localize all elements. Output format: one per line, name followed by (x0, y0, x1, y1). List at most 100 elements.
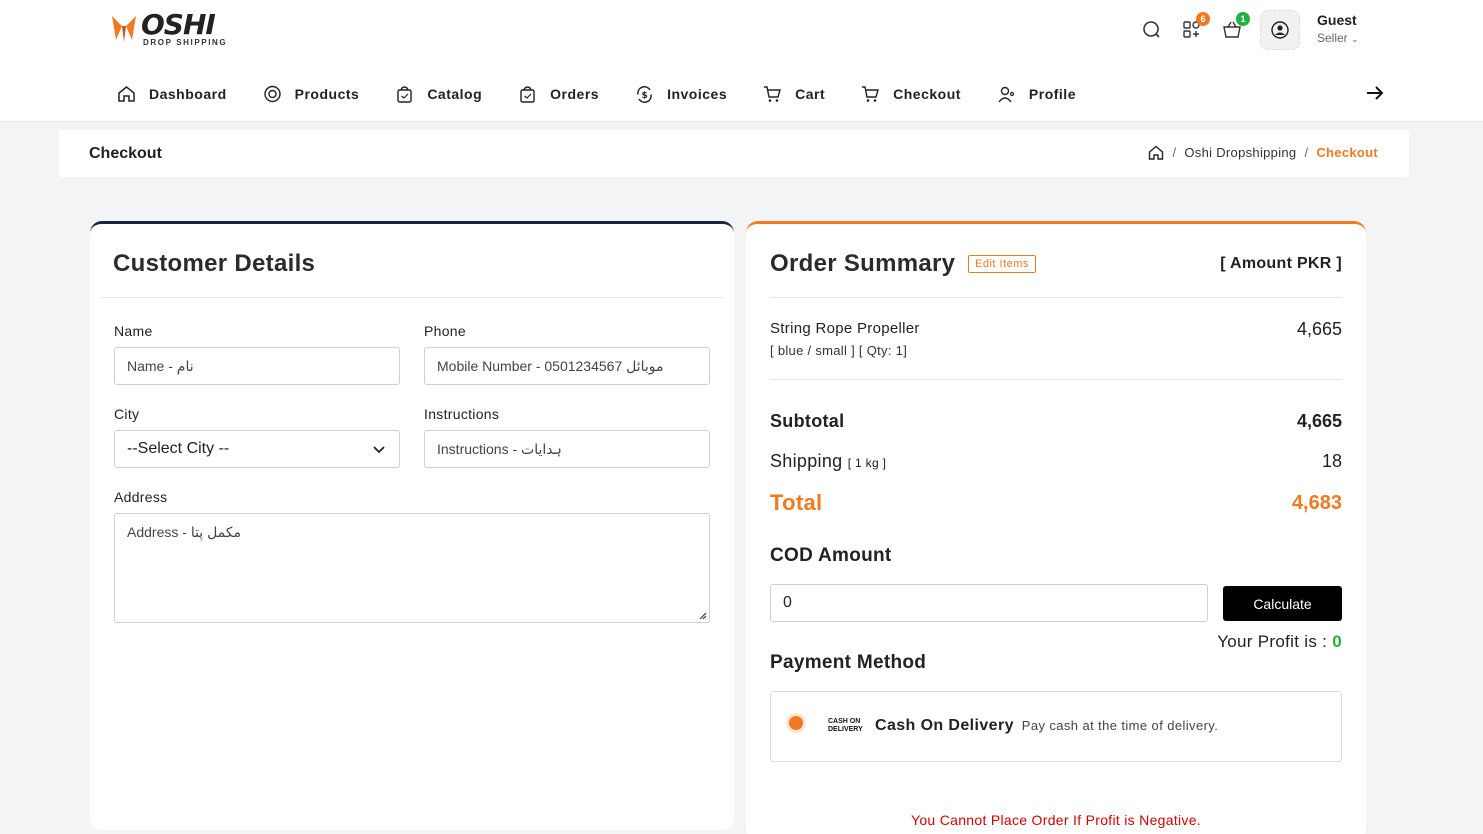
item-price: 4,665 (1296, 319, 1342, 339)
shipping-label: Shipping (770, 451, 843, 471)
nav-checkout[interactable]: Checkout (861, 85, 961, 103)
order-summary-card: Order Summary Edit Items [ Amount PKR ] … (746, 221, 1366, 834)
basket-icon[interactable]: 1 (1218, 12, 1250, 44)
cod-amount-input[interactable]: 0 (770, 584, 1208, 622)
nav-label: Dashboard (149, 86, 227, 102)
total-value: 4,683 (1291, 492, 1342, 514)
basket-badge: 1 (1236, 12, 1250, 26)
cod-amount-value: 0 (783, 594, 792, 611)
edit-items-button[interactable]: Edit Items (968, 255, 1036, 273)
home-icon[interactable] (1148, 145, 1164, 160)
calculate-button[interactable]: Calculate (1223, 586, 1342, 621)
logo-tagline: DROP SHIPPING (143, 38, 228, 47)
cart-icon (862, 86, 880, 102)
item-name: String Rope Propeller (770, 320, 920, 337)
instructions-input[interactable]: Instructions - ہدایات (424, 430, 710, 468)
payment-description: Pay cash at the time of delivery. (1021, 718, 1219, 733)
divider (770, 379, 1342, 380)
cart-icon (764, 86, 782, 102)
profit-label: Your Profit is : (1217, 632, 1328, 651)
item-meta: [ blue / small ] [ Qty: 1] (770, 343, 908, 358)
svg-text:$: $ (642, 91, 649, 101)
cod-label: COD Amount (770, 545, 892, 566)
city-selected: --Select City -- (127, 440, 230, 457)
cod-logo: CASH ON DELIVERY (828, 718, 863, 734)
city-select[interactable]: --Select City -- (114, 430, 400, 468)
page-title: Checkout (89, 145, 162, 162)
shipping-weight: [ 1 kg ] (847, 456, 887, 470)
nav-label: Checkout (893, 86, 961, 102)
user-icon (998, 86, 1015, 102)
name-label: Name (114, 323, 153, 339)
apps-icon[interactable]: 6 (1178, 12, 1210, 44)
payment-option-cod[interactable]: CASH ON DELIVERY Cash On Delivery Pay ca… (770, 691, 1342, 762)
nav-orders[interactable]: Orders (518, 85, 599, 104)
nav-profile[interactable]: Profile (997, 85, 1076, 104)
nav-label: Orders (550, 86, 600, 102)
nav-products[interactable]: Products (263, 85, 360, 103)
logo[interactable]: OSHI DROP SHIPPING (110, 8, 228, 47)
profit-value: 0 (1332, 632, 1342, 651)
breadcrumb-bar: Checkout / Oshi Dropshipping / Checkout (59, 130, 1409, 177)
subtotal-label: Subtotal (770, 411, 845, 431)
customer-details-card: Customer Details Name Name - نام Phone M… (90, 221, 734, 830)
payment-text: Cash On Delivery Pay cash at the time of… (875, 717, 1218, 735)
logo-mark-icon (112, 16, 136, 42)
name-placeholder: Name - نام (127, 357, 194, 374)
user-role: Seller (1317, 31, 1348, 45)
address-label: Address (114, 489, 168, 505)
shipping-label-row: Shipping [ 1 kg ] (770, 451, 886, 472)
main-nav: Dashboard Products Catalog Orders $ Invo… (117, 80, 1112, 108)
card-title: Order Summary (770, 250, 956, 277)
cod-logo-top: CASH ON (828, 718, 861, 725)
cod-logo-bottom: DELIVERY (828, 726, 863, 733)
user-menu[interactable]: Guest Seller ⌄ (1317, 12, 1359, 45)
search-icon[interactable] (1138, 16, 1166, 44)
bag-icon (397, 85, 413, 103)
address-textarea[interactable]: Address - مکمل پتا (114, 513, 710, 623)
nav-label: Catalog (427, 86, 483, 102)
user-name: Guest (1317, 12, 1357, 28)
nav-catalog[interactable]: Catalog (395, 85, 482, 104)
avatar[interactable] (1260, 10, 1300, 50)
phone-input[interactable]: Mobile Number - 0501234567 موبائل (424, 347, 710, 385)
instructions-label: Instructions (424, 406, 500, 422)
payment-radio[interactable] (789, 716, 803, 730)
instructions-placeholder: Instructions - ہدایات (437, 440, 562, 457)
logo-word: OSHI (141, 8, 216, 41)
payment-method-label: Payment Method (770, 652, 927, 673)
home-icon (118, 86, 135, 102)
nav-label: Invoices (667, 86, 728, 102)
bag-check-icon (520, 85, 535, 103)
address-placeholder: Address - مکمل پتا (127, 524, 242, 540)
phone-label: Phone (424, 323, 466, 339)
breadcrumb-separator: / (1304, 145, 1309, 160)
payment-name: Cash On Delivery (875, 717, 1014, 734)
name-input[interactable]: Name - نام (114, 347, 400, 385)
breadcrumb-link[interactable]: Oshi Dropshipping (1184, 145, 1296, 160)
total-label: Total (770, 490, 823, 515)
resize-grip-icon[interactable] (697, 610, 707, 620)
nav-cart[interactable]: Cart (763, 85, 825, 103)
profit-warning: You Cannot Place Order If Profit is Nega… (910, 812, 1201, 828)
breadcrumb: / Oshi Dropshipping / Checkout (1148, 145, 1378, 160)
nav-invoices[interactable]: $ Invoices (635, 85, 727, 104)
chevron-down-icon (373, 446, 385, 454)
arrow-right-icon[interactable] (1364, 82, 1386, 104)
breadcrumb-current: Checkout (1316, 145, 1378, 160)
dollar-cycle-icon: $ (637, 85, 652, 103)
divider (770, 297, 1342, 298)
city-label: City (114, 406, 140, 422)
profit-line: Your Profit is : 0 (1217, 632, 1342, 652)
nav-label: Profile (1028, 86, 1076, 102)
apps-badge: 6 (1196, 12, 1210, 26)
subtotal-value: 4,665 (1296, 411, 1342, 431)
currency-label: [ Amount PKR ] (1220, 255, 1342, 272)
shipping-value: 18 (1321, 451, 1342, 471)
chevron-down-icon: ⌄ (1351, 34, 1359, 44)
nav-dashboard[interactable]: Dashboard (117, 85, 227, 103)
card-title: Customer Details (113, 250, 316, 277)
top-header: OSHI DROP SHIPPING 6 1 Guest Seller ⌄ Da… (0, 0, 1483, 122)
nav-label: Cart (795, 86, 826, 102)
nav-label: Products (294, 86, 360, 102)
